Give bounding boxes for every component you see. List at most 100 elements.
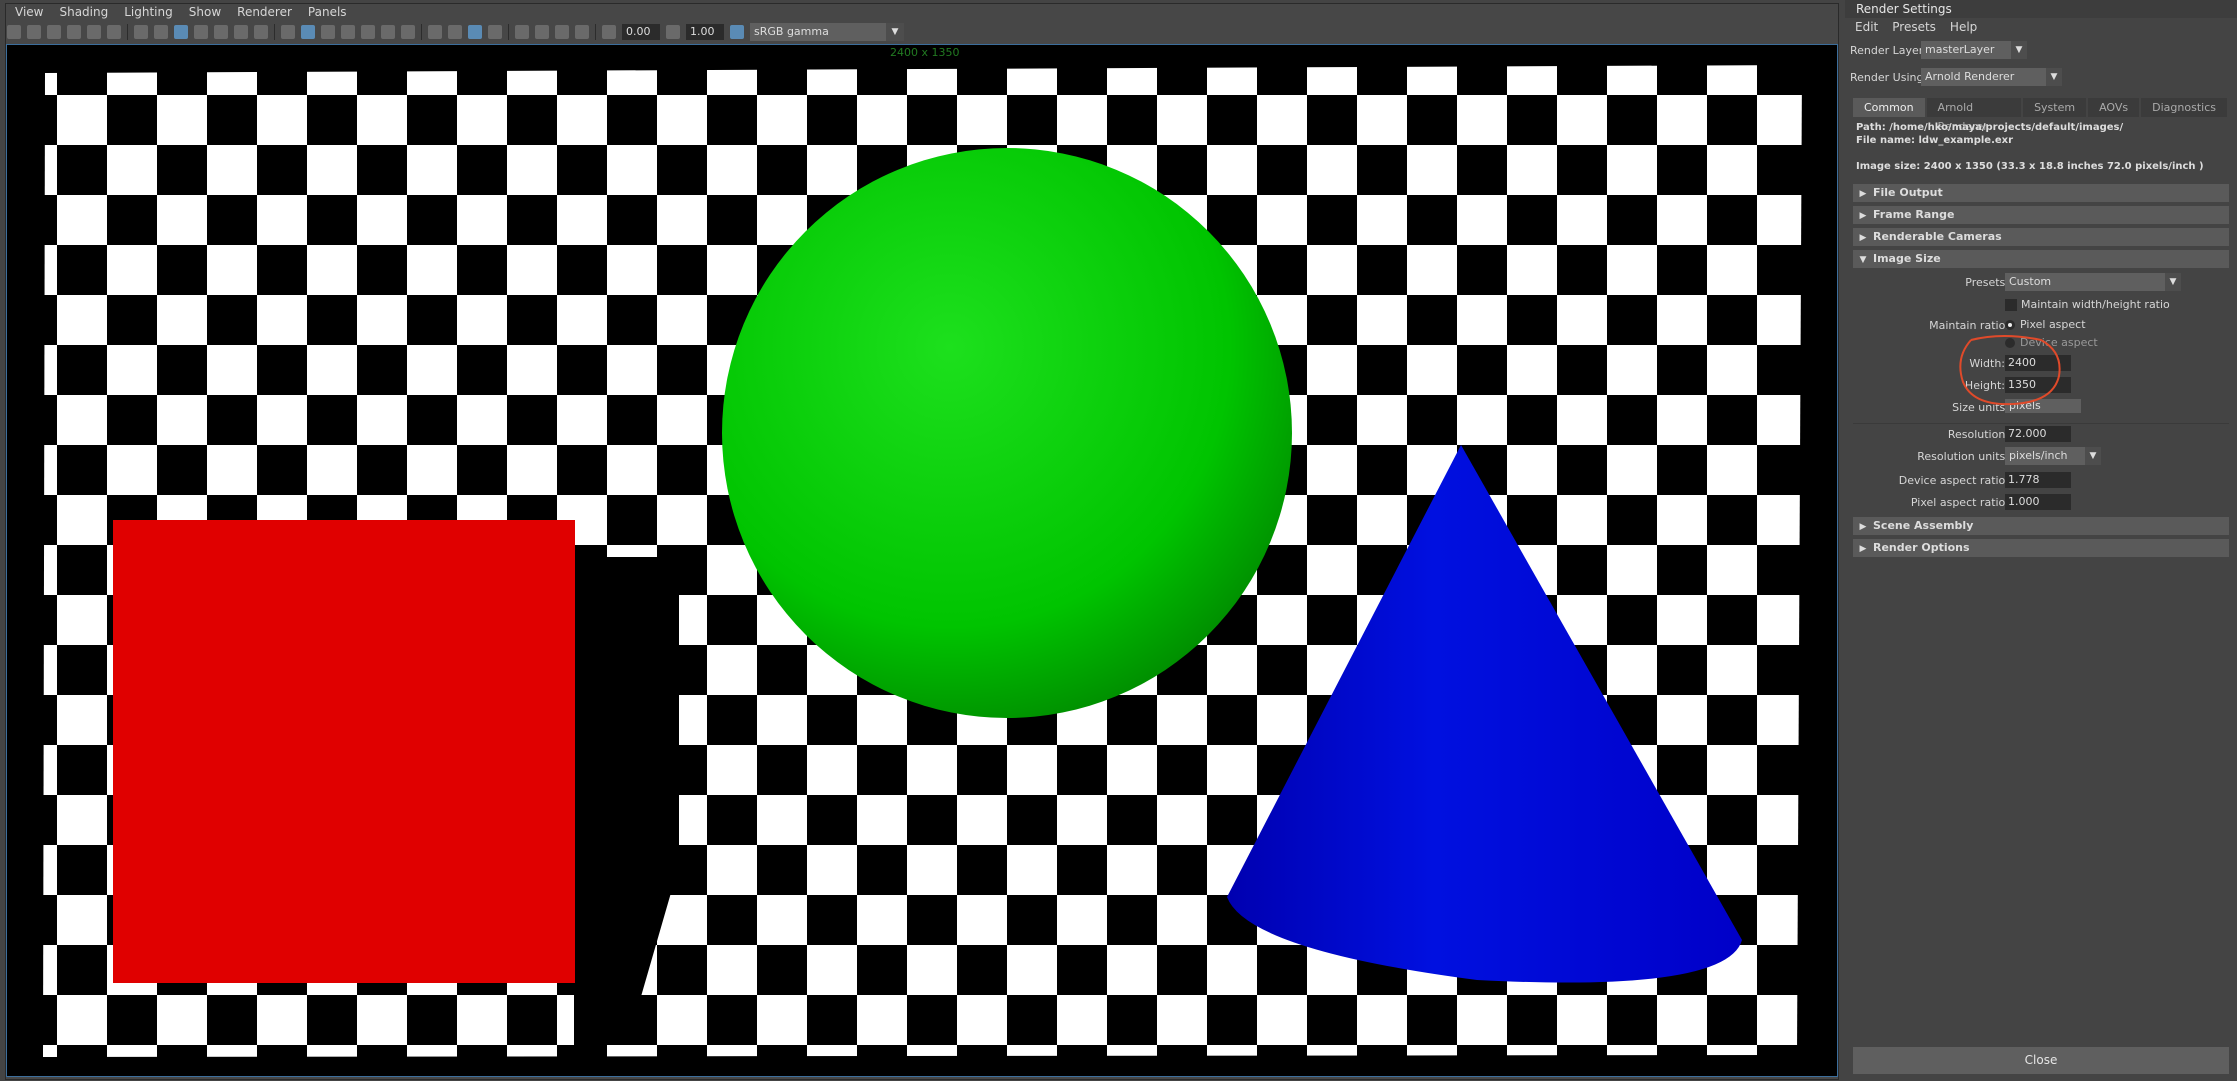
camera-lock-icon[interactable]: [27, 25, 41, 39]
safe-title-icon[interactable]: [254, 25, 268, 39]
color-management-icon[interactable]: [730, 25, 744, 39]
shadows-icon[interactable]: [401, 25, 415, 39]
maintain-wh-ratio-label: Maintain width/height ratio: [2021, 298, 2170, 311]
default-material-icon[interactable]: [321, 25, 335, 39]
section-render-options[interactable]: ▶ Render Options: [1853, 539, 2229, 557]
viewport-toolbar: 0.00 1.00 sRGB gamma ▼: [7, 22, 1835, 42]
menu-panels[interactable]: Panels: [300, 4, 355, 21]
output-file-name: File name: ldw_example.exr: [1856, 135, 2014, 146]
motion-blur-icon[interactable]: [448, 25, 462, 39]
color-space-value: sRGB gamma: [754, 25, 829, 38]
isolate-select-icon[interactable]: [515, 25, 529, 39]
render-layer-select[interactable]: masterLayer ▼: [1921, 41, 2027, 59]
triangle-down-icon: ▼: [1859, 255, 1867, 265]
exposure-field[interactable]: 0.00: [622, 24, 660, 40]
render-using-label: Render Using: [1850, 71, 1924, 84]
menu-show[interactable]: Show: [181, 4, 229, 21]
presets-label: Presets:: [1965, 276, 2009, 289]
textured-icon[interactable]: [361, 25, 375, 39]
render-using-select[interactable]: Arnold Renderer ▼: [1921, 68, 2062, 86]
screen-space-ao-icon[interactable]: [428, 25, 442, 39]
presets-select[interactable]: Custom ▼: [2005, 273, 2181, 291]
device-aspect-ratio-field[interactable]: 1.778: [2005, 472, 2071, 488]
tab-system[interactable]: System: [2023, 98, 2087, 117]
resolution-units-label: Resolution units:: [1917, 450, 2009, 463]
section-frame-range[interactable]: ▶ Frame Range: [1853, 206, 2229, 224]
section-label: Render Options: [1873, 541, 1970, 554]
toolbar-separator: [274, 24, 275, 40]
output-path: Path: /home/hko/maya/projects/default/im…: [1856, 122, 2124, 133]
menu-shading[interactable]: Shading: [51, 4, 116, 21]
anti-aliasing-icon[interactable]: [468, 25, 482, 39]
section-scene-assembly[interactable]: ▶ Scene Assembly: [1853, 517, 2229, 535]
render-settings-window: Render Settings Edit Presets Help Render…: [1845, 0, 2237, 1081]
maintain-wh-ratio-checkbox[interactable]: [2005, 299, 2017, 311]
chevron-down-icon: ▼: [2085, 447, 2101, 465]
render-using-value: Arnold Renderer: [1925, 70, 2015, 83]
gamma-icon[interactable]: [666, 25, 680, 39]
menu-lighting[interactable]: Lighting: [116, 4, 181, 21]
viewport-canvas[interactable]: [6, 44, 1838, 1077]
annotation-circle: [1959, 335, 2061, 406]
triangle-right-icon: ▶: [1859, 211, 1867, 221]
film-gate-icon[interactable]: [154, 25, 168, 39]
section-label: Frame Range: [1873, 208, 1955, 221]
pixel-aspect-radio[interactable]: [2005, 320, 2015, 330]
safe-action-icon[interactable]: [234, 25, 248, 39]
menu-renderer[interactable]: Renderer: [229, 4, 300, 21]
chevron-down-icon: ▼: [2011, 41, 2027, 59]
field-chart-icon[interactable]: [214, 25, 228, 39]
resolution-field[interactable]: 72.000: [2005, 426, 2071, 442]
grease-pencil-icon[interactable]: [107, 25, 121, 39]
resolution-gate-icon[interactable]: [174, 25, 188, 39]
menu-view[interactable]: View: [7, 4, 51, 21]
tab-aovs[interactable]: AOVs: [2088, 98, 2140, 117]
tab-common[interactable]: Common: [1853, 98, 1925, 117]
section-label: Image Size: [1873, 252, 1941, 265]
triangle-right-icon: ▶: [1859, 544, 1867, 554]
section-label: File Output: [1873, 186, 1943, 199]
section-image-size[interactable]: ▼ Image Size: [1853, 250, 2229, 268]
xray-joints-icon[interactable]: [575, 25, 589, 39]
tab-diagnostics[interactable]: Diagnostics: [2141, 98, 2227, 117]
chevron-down-icon: ▼: [886, 23, 904, 41]
gate-mask-icon[interactable]: [194, 25, 208, 39]
image-plane-icon[interactable]: [87, 25, 101, 39]
menu-presets[interactable]: Presets: [1892, 20, 1936, 34]
camera-icon[interactable]: [7, 25, 21, 39]
radio-dot: [2008, 323, 2012, 327]
tab-arnold-renderer[interactable]: Arnold Renderer: [1926, 98, 2022, 133]
triangle-right-icon: ▶: [1859, 189, 1867, 199]
xray-active-components-icon[interactable]: [555, 25, 569, 39]
close-button[interactable]: Close: [1853, 1047, 2229, 1074]
bookmark-icon[interactable]: [67, 25, 81, 39]
camera-attributes-icon[interactable]: [47, 25, 61, 39]
toolbar-separator: [508, 24, 509, 40]
pixel-aspect-label: Pixel aspect: [2020, 318, 2086, 331]
resolution-units-select[interactable]: pixels/inch ▼: [2005, 447, 2101, 465]
chevron-down-icon: ▼: [2046, 68, 2062, 86]
triangle-right-icon: ▶: [1859, 522, 1867, 532]
exposure-icon[interactable]: [602, 25, 616, 39]
smooth-shade-icon[interactable]: [301, 25, 315, 39]
viewport-window: View Shading Lighting Show Renderer Pane…: [0, 0, 1842, 1081]
section-file-output[interactable]: ▶ File Output: [1853, 184, 2229, 202]
chevron-down-icon: ▼: [2165, 273, 2181, 291]
gamma-field[interactable]: 1.00: [686, 24, 724, 40]
xray-icon[interactable]: [535, 25, 549, 39]
section-label: Scene Assembly: [1873, 519, 1974, 532]
menu-help[interactable]: Help: [1950, 20, 1977, 34]
section-renderable-cameras[interactable]: ▶ Renderable Cameras: [1853, 228, 2229, 246]
wireframe-icon[interactable]: [281, 25, 295, 39]
section-label: Renderable Cameras: [1873, 230, 2002, 243]
menu-edit[interactable]: Edit: [1855, 20, 1878, 34]
resolution-units-value: pixels/inch: [2009, 449, 2068, 462]
wireframe-on-shaded-icon[interactable]: [341, 25, 355, 39]
rendered-scene: [43, 65, 1802, 1057]
grid-icon[interactable]: [134, 25, 148, 39]
pixel-aspect-ratio-field[interactable]: 1.000: [2005, 494, 2071, 510]
depth-of-field-icon[interactable]: [488, 25, 502, 39]
color-space-select[interactable]: sRGB gamma ▼: [750, 23, 904, 41]
render-layer-label: Render Layer: [1850, 44, 1924, 57]
lights-icon[interactable]: [381, 25, 395, 39]
